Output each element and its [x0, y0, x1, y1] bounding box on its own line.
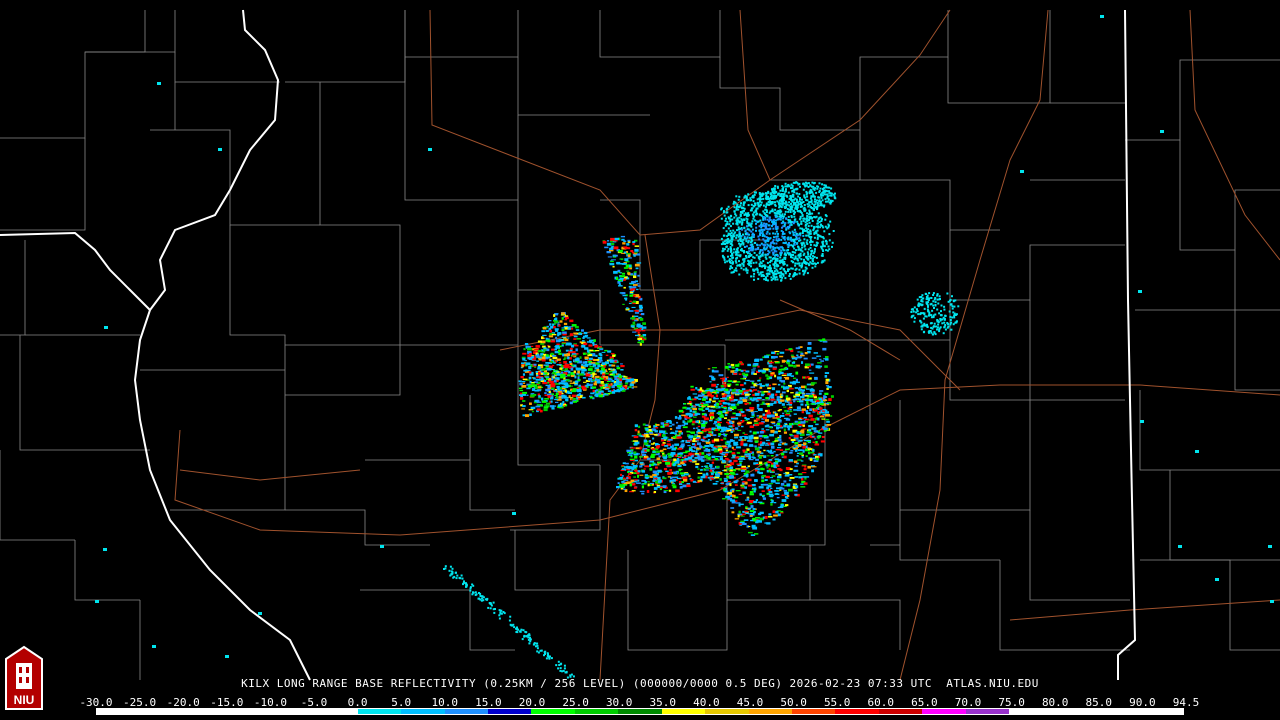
scale-swatch [270, 709, 315, 714]
scale-swatch [1009, 709, 1053, 714]
scale-swatch [1096, 709, 1140, 714]
scale-swatch [574, 709, 619, 714]
scale-swatch [792, 709, 836, 714]
radar-map [0, 0, 1280, 720]
scale-swatch [835, 709, 879, 714]
scale-swatch [227, 709, 271, 714]
scale-swatch [661, 709, 706, 714]
scale-swatch [922, 709, 966, 714]
product-title: KILX LONG RANGE BASE REFLECTIVITY (0.25K… [241, 677, 1039, 690]
scale-swatch [965, 709, 1010, 714]
scale-swatch [401, 709, 445, 714]
scale-swatch [183, 709, 228, 714]
scale-swatch [140, 709, 184, 714]
scale-swatch [705, 709, 749, 714]
color-scale-bar [96, 708, 1184, 715]
scale-swatch [748, 709, 792, 714]
scale-swatch [531, 709, 575, 714]
scale-swatch [314, 709, 358, 714]
scale-swatch [1139, 709, 1183, 714]
scale-swatch [618, 709, 662, 714]
color-scale-labels: -30.0 -25.0 -20.0 -15.0 -10.0 -5.0 0.0 5.0 10.0 1… [79, 696, 1199, 709]
scale-swatch [487, 709, 532, 714]
scale-swatch [878, 709, 923, 714]
niu-logo-icon: NIU [5, 645, 43, 710]
scale-swatch [357, 709, 402, 714]
scale-swatch [444, 709, 488, 714]
scale-swatch [1052, 709, 1097, 714]
scale-swatch [97, 709, 141, 714]
